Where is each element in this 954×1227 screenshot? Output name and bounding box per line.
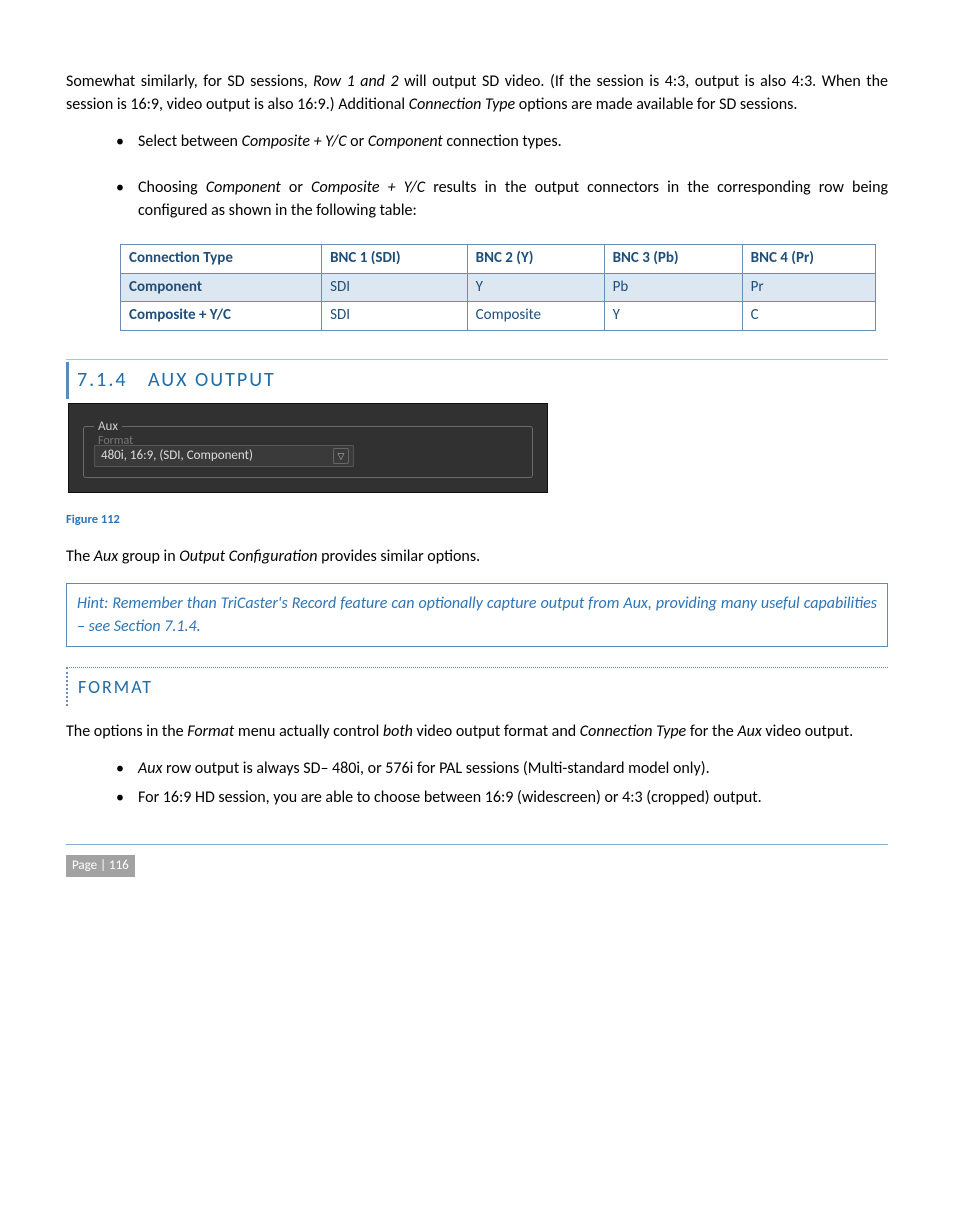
text: row output is always SD– 480i, or 576i f… — [166, 759, 710, 778]
table-header: BNC 1 (SDI) — [322, 244, 468, 273]
section-number: 7.1.4 — [77, 368, 128, 392]
figure-caption: Figure 112 — [66, 511, 888, 529]
bullet-list-connection: Select between Composite + Y/C or Compon… — [66, 130, 888, 222]
text-italic: Aux — [138, 759, 162, 778]
table-cell: Pb — [604, 273, 742, 302]
table-header: BNC 4 (Pr) — [742, 244, 876, 273]
table-header-row: Connection Type BNC 1 (SDI) BNC 2 (Y) BN… — [121, 244, 876, 273]
table-cell: SDI — [322, 273, 468, 302]
section-heading-aux-output: 7.1.4 AUX OUTPUT — [66, 362, 888, 399]
intro-paragraph: Somewhat similarly, for SD sessions, Row… — [66, 70, 888, 116]
connection-type-table: Connection Type BNC 1 (SDI) BNC 2 (Y) BN… — [120, 244, 876, 331]
table-cell: Component — [121, 273, 322, 302]
text: group in — [122, 547, 179, 566]
table-cell: SDI — [322, 302, 468, 331]
text-italic: Connection Type — [409, 95, 515, 114]
text: or — [289, 178, 311, 197]
aux-format-label: Format — [98, 433, 133, 450]
table-cell: C — [742, 302, 876, 331]
page-number-badge: Page | 116 — [66, 855, 135, 878]
text-italic: Component — [206, 178, 281, 197]
table-cell: Composite — [467, 302, 604, 331]
table-cell: Y — [467, 273, 604, 302]
section-rule — [66, 359, 888, 360]
text: For 16:9 HD session, you are able to cho… — [138, 788, 762, 807]
text-italic: Row 1 and 2 — [313, 72, 398, 91]
text: or — [350, 132, 368, 151]
list-item: Choosing Component or Composite + Y/C re… — [116, 176, 888, 222]
aux-fieldset: Aux Format 480i, 16:9, (SDI, Component) … — [83, 426, 533, 478]
text: connection types. — [446, 132, 561, 151]
text: The options in the — [66, 722, 187, 741]
table-row: Composite + Y/C SDI Composite Y C — [121, 302, 876, 331]
text: Choosing — [138, 178, 206, 197]
section-title: AUX OUTPUT — [148, 368, 276, 392]
table-cell: Composite + Y/C — [121, 302, 322, 331]
text: options are made available for SD sessio… — [519, 95, 798, 114]
list-item: For 16:9 HD session, you are able to cho… — [116, 786, 888, 809]
aux-description: The Aux group in Output Configuration pr… — [66, 545, 888, 568]
table-header: BNC 2 (Y) — [467, 244, 604, 273]
text: menu actually control — [238, 722, 383, 741]
text-italic: Format — [187, 722, 234, 741]
text: Select between — [138, 132, 242, 151]
hint-box: Hint: Remember than TriCaster's Record f… — [66, 583, 888, 647]
text: The — [66, 547, 94, 566]
list-item: Aux row output is always SD– 480i, or 57… — [116, 757, 888, 780]
text-italic: both — [383, 722, 413, 741]
text-italic: Composite + Y/C — [311, 178, 425, 197]
table-cell: Y — [604, 302, 742, 331]
text-italic: Connection Type — [580, 722, 686, 741]
list-item: Select between Composite + Y/C or Compon… — [116, 130, 888, 153]
text-italic: Aux — [737, 722, 761, 741]
sub-heading-format: FORMAT — [66, 667, 888, 706]
text-italic: Component — [368, 132, 443, 151]
text: provides similar options. — [321, 547, 480, 566]
text-italic: Output Configuration — [179, 547, 317, 566]
text: video output format and — [417, 722, 580, 741]
text: Somewhat similarly, for SD sessions, — [66, 72, 313, 91]
bullet-list-format: Aux row output is always SD– 480i, or 57… — [66, 757, 888, 809]
table-header: Connection Type — [121, 244, 322, 273]
table-header: BNC 3 (Pb) — [604, 244, 742, 273]
text: video output. — [765, 722, 853, 741]
aux-panel-screenshot: Aux Format 480i, 16:9, (SDI, Component) … — [68, 403, 548, 493]
table-cell: Pr — [742, 273, 876, 302]
chevron-down-icon: ▽ — [333, 448, 349, 464]
table-row: Component SDI Y Pb Pr — [121, 273, 876, 302]
text: for the — [690, 722, 738, 741]
format-paragraph: The options in the Format menu actually … — [66, 720, 888, 743]
text-italic: Composite + Y/C — [242, 132, 347, 151]
footer-rule — [66, 844, 888, 845]
text-italic: Aux — [94, 547, 118, 566]
